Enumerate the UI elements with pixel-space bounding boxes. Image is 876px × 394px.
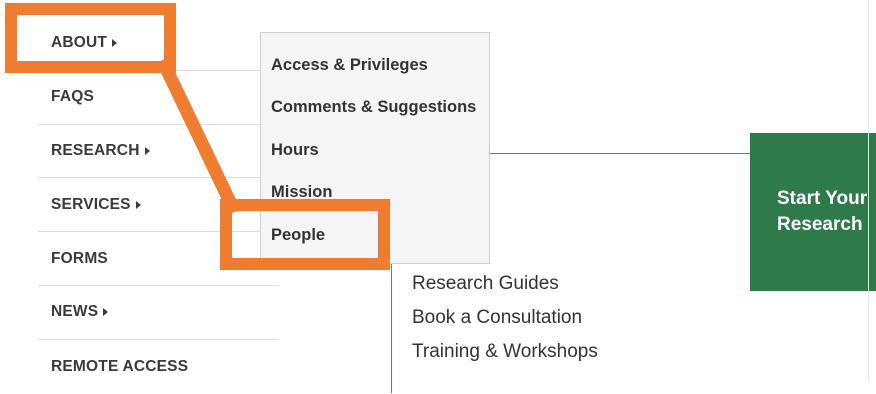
menu-item-people[interactable]: People — [261, 214, 489, 256]
nav-item-remote-access[interactable]: REMOTE ACCESS — [38, 340, 278, 394]
caret-right-icon — [103, 308, 109, 317]
about-dropdown-menu: Access & Privileges Comments & Suggestio… — [260, 32, 490, 264]
cta-line-2: Research — [777, 214, 863, 235]
nav-item-label: SERVICES — [51, 195, 131, 213]
nav-item-label: NEWS — [51, 303, 99, 321]
menu-item-comments-suggestions[interactable]: Comments & Suggestions — [261, 86, 489, 128]
menu-item-hours[interactable]: Hours — [261, 129, 489, 171]
cta-line-1: Start Your — [777, 188, 868, 209]
start-research-button[interactable]: Start Your Research — [750, 133, 876, 291]
caret-right-icon — [144, 146, 150, 155]
nav-item-forms[interactable]: FORMS — [38, 232, 278, 286]
nav-item-faqs[interactable]: FAQS — [38, 71, 278, 125]
main-nav: ABOUT FAQS RESEARCH SERVICES FORMS NEWS … — [38, 17, 278, 394]
caret-right-icon — [112, 39, 118, 48]
nav-item-label: FORMS — [51, 249, 108, 267]
content-link-book-consultation[interactable]: Book a Consultation — [412, 301, 598, 335]
nav-item-news[interactable]: NEWS — [38, 286, 278, 340]
nav-item-label: ABOUT — [51, 34, 108, 52]
nav-item-research[interactable]: RESEARCH — [38, 125, 278, 179]
content-link-research-guides[interactable]: Research Guides — [412, 267, 598, 301]
content-links: Research Guides Book a Consultation Trai… — [412, 267, 598, 369]
nav-item-label: REMOTE ACCESS — [51, 357, 189, 375]
menu-item-mission[interactable]: Mission — [261, 171, 489, 213]
menu-item-access-privileges[interactable]: Access & Privileges — [261, 44, 489, 86]
nav-item-about[interactable]: ABOUT — [38, 17, 278, 71]
caret-right-icon — [135, 200, 141, 209]
content-link-training-workshops[interactable]: Training & Workshops — [412, 335, 598, 369]
divider — [868, 0, 869, 381]
nav-item-label: FAQS — [51, 88, 95, 106]
nav-item-services[interactable]: SERVICES — [38, 178, 278, 233]
nav-item-label: RESEARCH — [51, 141, 140, 159]
